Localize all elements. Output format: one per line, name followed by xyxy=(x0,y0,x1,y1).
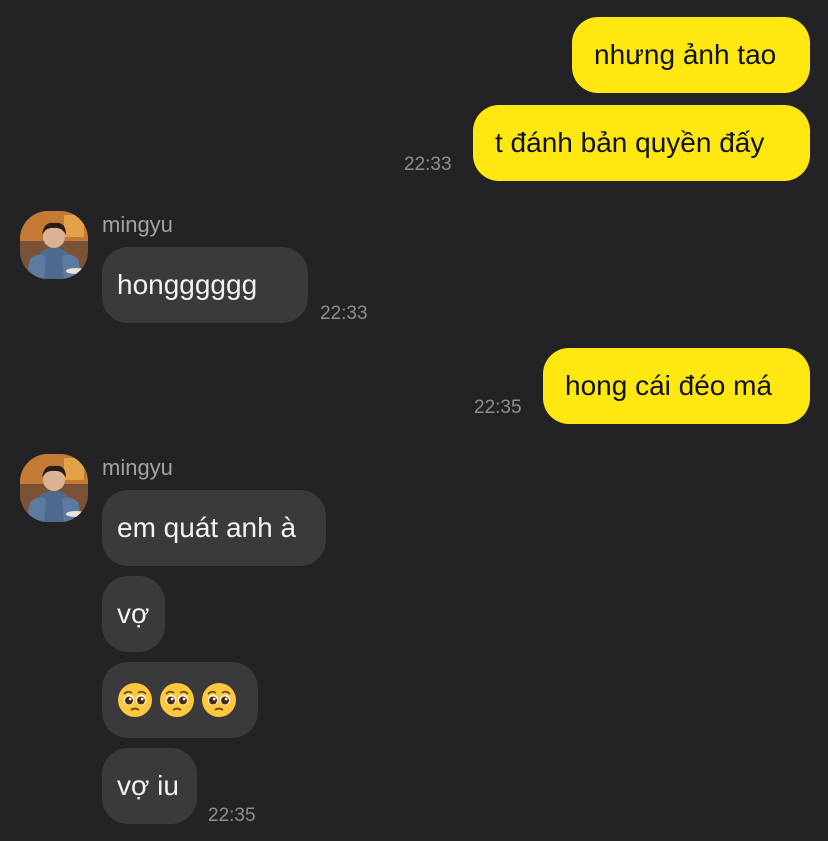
outgoing-message-bubble[interactable]: nhưng ảnh tao xyxy=(572,17,810,93)
pleading-face-emoji-icon xyxy=(118,683,152,717)
message-timestamp: 22:33 xyxy=(320,303,368,324)
message-text: hong cái đéo má xyxy=(565,370,773,401)
pleading-face-emoji-icon xyxy=(160,683,194,717)
incoming-message-bubble[interactable]: hongggggg xyxy=(102,247,308,323)
message-text: vợ iu xyxy=(117,770,179,801)
incoming-message-bubble[interactable]: vợ xyxy=(102,576,165,652)
outgoing-message-bubble[interactable]: hong cái đéo má xyxy=(543,348,810,424)
avatar-photo xyxy=(20,211,88,279)
avatar-photo xyxy=(20,454,88,522)
message-timestamp: 22:35 xyxy=(208,805,256,826)
incoming-emoji-bubble[interactable] xyxy=(102,662,258,738)
outgoing-message-bubble[interactable]: t đánh bản quyền đấy xyxy=(473,105,810,181)
message-timestamp: 22:33 xyxy=(404,154,452,175)
message-timestamp: 22:35 xyxy=(474,397,522,418)
sender-name: mingyu xyxy=(102,455,173,480)
avatar[interactable] xyxy=(20,211,88,279)
message-text: em quát anh à xyxy=(117,512,297,543)
avatar[interactable] xyxy=(20,454,88,522)
incoming-message-bubble[interactable]: vợ iu xyxy=(102,748,197,824)
message-text: vợ xyxy=(117,598,150,629)
sender-name: mingyu xyxy=(102,212,173,237)
message-text: nhưng ảnh tao xyxy=(594,39,777,70)
pleading-face-emoji-icon xyxy=(202,683,236,717)
message-text: t đánh bản quyền đấy xyxy=(495,127,765,158)
message-text: hongggggg xyxy=(117,269,258,300)
incoming-message-bubble[interactable]: em quát anh à xyxy=(102,490,326,566)
emoji-row xyxy=(117,682,237,718)
